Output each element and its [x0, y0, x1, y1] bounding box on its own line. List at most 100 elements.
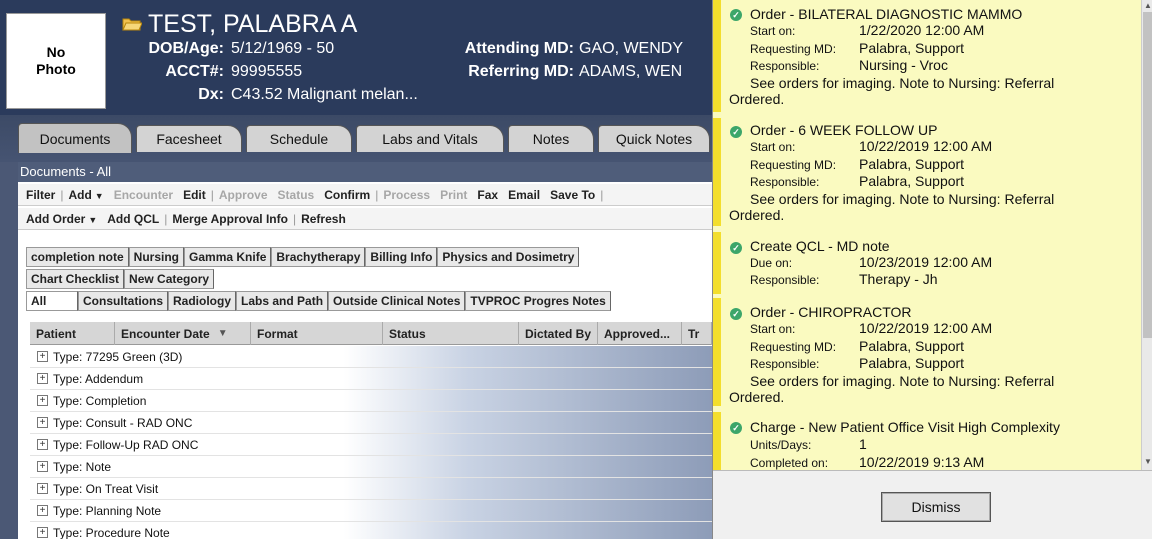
scroll-down-icon[interactable]: ▼	[1142, 456, 1152, 468]
main-tab-strip: Documents Facesheet Schedule Labs and Vi…	[0, 115, 712, 162]
expand-icon[interactable]: +	[37, 373, 48, 384]
attending-md-label: Attending MD:	[464, 40, 574, 57]
edit-button[interactable]: Edit	[178, 188, 211, 202]
process-button[interactable]: Process	[378, 188, 435, 202]
category-tab[interactable]: Labs and Path	[236, 291, 329, 311]
field-value: Palabra, Support	[859, 355, 965, 371]
category-tab[interactable]: Brachytherapy	[271, 247, 366, 267]
field-label: Start on:	[750, 322, 796, 336]
check-icon: ✓	[730, 422, 742, 434]
table-row[interactable]: + Type: Procedure Note	[30, 522, 712, 539]
category-tab[interactable]: Outside Clinical Notes	[328, 291, 466, 311]
documents-app: No Photo TEST, PALABRA A DOB/Age: 5/12/1…	[0, 0, 712, 539]
column-header-dictated-by[interactable]: Dictated By	[519, 322, 598, 345]
sort-descending-icon: ▼	[217, 328, 228, 339]
notification-note: See orders for imaging. Note to Nursing:…	[729, 373, 1055, 405]
column-header-format[interactable]: Format	[251, 322, 383, 345]
notification-card: ✓ Create QCL - MD note Due on: 10/23/201…	[713, 232, 1141, 294]
check-icon: ✓	[730, 242, 742, 254]
add-qcl-button[interactable]: Add QCL	[102, 212, 164, 226]
acct-label: ACCT#:	[165, 63, 224, 80]
tab-facesheet[interactable]: Facesheet	[136, 125, 242, 152]
expand-icon[interactable]: +	[37, 351, 48, 362]
expand-icon[interactable]: +	[37, 439, 48, 450]
notification-scrollbar[interactable]: ▲ ▼	[1141, 0, 1152, 470]
documents-grid: Patient Encounter Date ▼ Format Status Di…	[30, 322, 712, 539]
status-bar	[713, 298, 721, 406]
notification-card: ✓ Order - CHIROPRACTOR Start on: 10/22/2…	[713, 298, 1141, 406]
category-tab[interactable]: Billing Info	[365, 247, 438, 267]
field-label: Start on:	[750, 140, 796, 154]
toolbar-secondary: Add Order ▼ Add QCL | Merge Approval Info |…	[18, 208, 712, 230]
print-button[interactable]: Print	[435, 188, 472, 202]
category-tab[interactable]: Consultations	[78, 291, 168, 311]
category-tab-all[interactable]: All	[26, 291, 78, 311]
field-value: Palabra, Support	[859, 156, 965, 172]
chevron-down-icon: ▼	[94, 190, 104, 201]
table-row[interactable]: + Type: Planning Note	[30, 500, 712, 522]
table-row[interactable]: + Type: Addendum	[30, 368, 712, 390]
field-label: Responsible:	[750, 59, 820, 73]
field-label: Due on:	[750, 256, 793, 270]
table-row[interactable]: + Type: Note	[30, 456, 712, 478]
documents-title: Documents - All	[18, 162, 712, 182]
field-label: Responsible:	[750, 357, 820, 371]
acct-value: 99995555	[231, 63, 303, 80]
confirm-button[interactable]: Confirm	[319, 188, 375, 202]
column-header-status[interactable]: Status	[383, 322, 519, 345]
category-tab[interactable]: Gamma Knife	[184, 247, 272, 267]
expand-icon[interactable]: +	[37, 417, 48, 428]
add-order-button[interactable]: Add Order ▼	[21, 212, 102, 226]
tab-notes[interactable]: Notes	[508, 125, 594, 152]
fax-button[interactable]: Fax	[472, 188, 503, 202]
add-button[interactable]: Add ▼	[63, 188, 108, 202]
category-tab[interactable]: Chart Checklist	[26, 269, 125, 289]
expand-icon[interactable]: +	[37, 483, 48, 494]
notification-card: ✓ Order - 6 WEEK FOLLOW UP Start on: 10/…	[713, 118, 1141, 226]
notification-card: ✓ Order - BILATERAL DIAGNOSTIC MAMMO Sta…	[713, 0, 1141, 112]
status-bar	[713, 412, 721, 470]
tab-schedule[interactable]: Schedule	[246, 125, 352, 152]
field-value: 1/22/2020 12:00 AM	[859, 22, 985, 38]
attending-md-value: GAO, WENDY	[579, 40, 684, 57]
tab-labs-and-vitals[interactable]: Labs and Vitals	[356, 125, 504, 152]
category-tab[interactable]: completion note	[26, 247, 129, 267]
tab-documents[interactable]: Documents	[18, 123, 132, 153]
category-tab[interactable]: Radiology	[168, 291, 237, 311]
field-value: Therapy - Jh	[859, 271, 938, 287]
table-row[interactable]: + Type: Completion	[30, 390, 712, 412]
merge-approval-button[interactable]: Merge Approval Info	[167, 212, 293, 226]
column-header-tr[interactable]: Tr	[682, 322, 712, 345]
table-row[interactable]: + Type: 77295 Green (3D)	[30, 346, 712, 368]
category-tab[interactable]: TVPROC Progres Notes	[465, 291, 611, 311]
column-header-patient[interactable]: Patient	[30, 322, 115, 345]
referring-md-value: ADAMS, WEN	[579, 63, 683, 80]
expand-icon[interactable]: +	[37, 461, 48, 472]
refresh-button[interactable]: Refresh	[296, 212, 351, 226]
expand-icon[interactable]: +	[37, 527, 48, 538]
table-row[interactable]: + Type: On Treat Visit	[30, 478, 712, 500]
table-row[interactable]: + Type: Consult - RAD ONC	[30, 412, 712, 434]
scroll-up-icon[interactable]: ▲	[1142, 0, 1152, 12]
approve-button[interactable]: Approve	[214, 188, 273, 202]
status-button[interactable]: Status	[273, 188, 320, 202]
category-tab[interactable]: New Category	[124, 269, 215, 289]
category-tab[interactable]: Nursing	[128, 247, 185, 267]
email-button[interactable]: Email	[503, 188, 545, 202]
table-row[interactable]: + Type: Follow-Up RAD ONC	[30, 434, 712, 456]
notification-note: See orders for imaging. Note to Nursing:…	[729, 75, 1055, 107]
column-header-encounter-date[interactable]: Encounter Date ▼	[115, 322, 251, 345]
save-to-button[interactable]: Save To	[545, 188, 600, 202]
field-label: Requesting MD:	[750, 340, 837, 354]
field-label: Units/Days:	[750, 438, 812, 452]
column-header-approved[interactable]: Approved...	[598, 322, 682, 345]
category-tab[interactable]: Physics and Dosimetry	[437, 247, 580, 267]
scroll-thumb[interactable]	[1143, 12, 1152, 338]
dismiss-button[interactable]: Dismiss	[881, 492, 991, 522]
expand-icon[interactable]: +	[37, 505, 48, 516]
tab-quick-notes[interactable]: Quick Notes	[598, 125, 710, 152]
folder-icon[interactable]	[122, 16, 142, 31]
encounter-button[interactable]: Encounter	[109, 188, 178, 202]
filter-button[interactable]: Filter	[21, 188, 60, 202]
expand-icon[interactable]: +	[37, 395, 48, 406]
